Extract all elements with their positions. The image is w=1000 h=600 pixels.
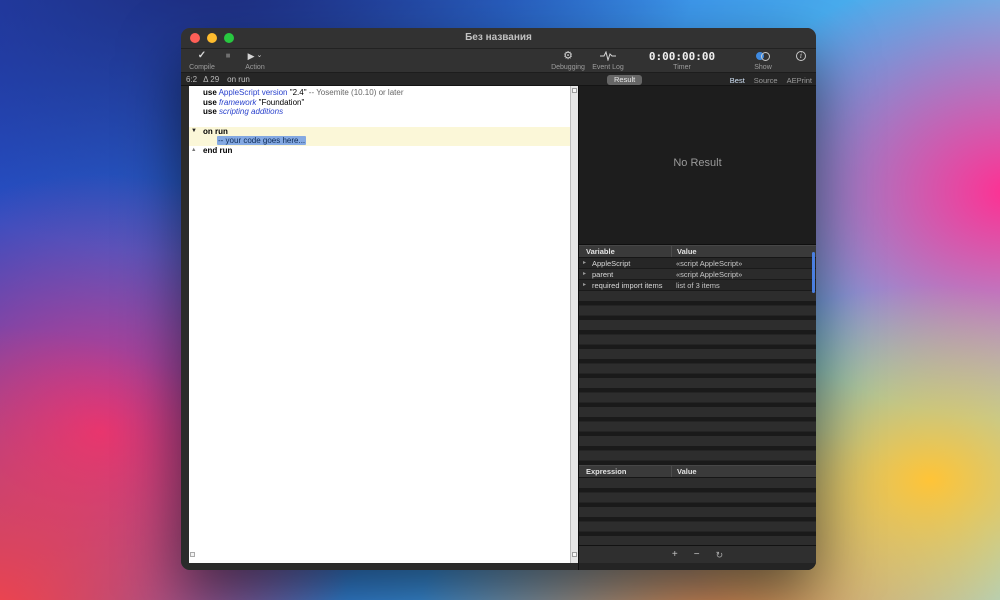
variable-column-header[interactable]: Variable — [586, 246, 615, 257]
add-expression-button[interactable]: + — [672, 550, 678, 560]
disclosure-triangle-icon[interactable]: ▸ — [583, 269, 586, 280]
waveform-icon — [600, 51, 616, 62]
timer-label: Timer — [673, 64, 691, 71]
remove-expression-button[interactable]: − — [694, 550, 700, 560]
compile-label: Compile — [189, 64, 215, 71]
expressions-toolbar: + − ↻ — [579, 545, 816, 563]
event-log-button[interactable]: Event Log — [582, 49, 634, 72]
value-column-header[interactable]: Value — [671, 246, 697, 257]
tab-result[interactable]: Result — [607, 75, 642, 85]
value-column-header[interactable]: Value — [671, 466, 697, 477]
cursor-position: 6:2 — [186, 75, 197, 84]
stop-button[interactable]: ■ — [221, 49, 235, 72]
fold-open-icon[interactable]: ▼ — [191, 127, 197, 137]
info-icon: i — [796, 51, 806, 61]
no-result-text: No Result — [579, 157, 816, 169]
show-circles-icon — [756, 51, 770, 61]
gear-icon: ⚙ — [563, 51, 573, 61]
selected-text[interactable]: -- your code goes here... — [217, 136, 306, 145]
result-view-tabs: Best Source AEPrint — [730, 76, 812, 85]
code-editor[interactable]: use AppleScript version "2.4" -- Yosemit… — [189, 86, 570, 563]
debugging-label: Debugging — [551, 64, 585, 71]
expressions-table-header: Expression Value — [579, 465, 816, 478]
main-content: use AppleScript version "2.4" -- Yosemit… — [181, 86, 816, 570]
fold-close-icon[interactable]: ▲ — [191, 146, 196, 156]
compile-button[interactable]: ✓ Compile — [185, 49, 219, 72]
run-icon: ▶ — [248, 51, 255, 61]
outline-circle-icon — [761, 52, 770, 61]
desktop-wallpaper: Без названия ✓ Compile ■ ▶ ⌄ Action ⚙ De — [0, 0, 1000, 600]
code-line: use AppleScript version "2.4" -- Yosemit… — [189, 88, 570, 98]
variable-row[interactable]: ▸ parent «script AppleScript» — [579, 269, 816, 280]
status-bar: 6:2 Δ 29 on run Result Best Source AEPri… — [181, 72, 816, 86]
context-indicator: on run — [227, 75, 250, 84]
titlebar[interactable]: Без названия — [181, 28, 816, 49]
code-line-selected: -- your code goes here... — [189, 136, 570, 146]
tab-source[interactable]: Source — [754, 76, 778, 85]
debugger-panel: No Result Variable Value ▸ AppleScript «… — [578, 86, 816, 570]
tab-aeprint[interactable]: AEPrint — [787, 76, 812, 85]
disclosure-triangle-icon[interactable]: ▸ — [583, 258, 586, 269]
info-button[interactable]: i — [792, 49, 810, 72]
scrollbar-thumb[interactable] — [812, 252, 815, 293]
show-button[interactable]: Show — [734, 49, 792, 72]
code-scrollbar[interactable] — [570, 86, 578, 563]
timer-widget: 0:00:00:00 Timer — [644, 49, 720, 72]
toolbar: ✓ Compile ■ ▶ ⌄ Action ⚙ Debugging — [181, 49, 816, 72]
timer-display: 0:00:00:00 — [649, 51, 715, 62]
code-line-end-run: ▲ end run — [189, 146, 570, 156]
show-label: Show — [754, 64, 772, 71]
tab-best[interactable]: Best — [730, 76, 745, 85]
fold-column-marker-icon — [190, 552, 195, 557]
code-line-on-run: ▼ on run — [189, 127, 570, 137]
disclosure-triangle-icon[interactable]: ▸ — [583, 280, 586, 291]
code-line: use scripting additions — [189, 107, 570, 117]
script-editor-window: Без названия ✓ Compile ■ ▶ ⌄ Action ⚙ De — [181, 28, 816, 570]
chevron-down-icon: ⌄ — [257, 51, 263, 61]
variables-table-header: Variable Value — [579, 245, 816, 258]
variable-row[interactable]: ▸ AppleScript «script AppleScript» — [579, 258, 816, 269]
code-line: use framework "Foundation" — [189, 98, 570, 108]
code-line-blank — [189, 117, 570, 127]
event-log-label: Event Log — [592, 64, 624, 71]
compile-check-icon: ✓ — [198, 51, 206, 61]
refresh-icon[interactable]: ↻ — [716, 550, 724, 560]
result-pane: No Result — [579, 86, 816, 245]
expressions-empty-rows — [579, 478, 816, 545]
run-action-button[interactable]: ▶ ⌄ Action — [235, 49, 275, 72]
size-indicator: Δ 29 — [203, 75, 219, 84]
window-title: Без названия — [181, 32, 816, 43]
variable-row[interactable]: ▸ required import items list of 3 items — [579, 280, 816, 291]
scroll-marker-icon — [572, 552, 577, 557]
variables-table: ▸ AppleScript «script AppleScript» ▸ par… — [579, 258, 816, 291]
cursor-status: 6:2 Δ 29 on run — [186, 75, 250, 84]
action-label: Action — [245, 64, 264, 71]
stop-icon: ■ — [226, 51, 231, 61]
expression-column-header[interactable]: Expression — [586, 466, 626, 477]
panel-filler — [579, 563, 816, 570]
variables-empty-rows — [579, 291, 816, 465]
scroll-marker-icon — [572, 88, 577, 93]
